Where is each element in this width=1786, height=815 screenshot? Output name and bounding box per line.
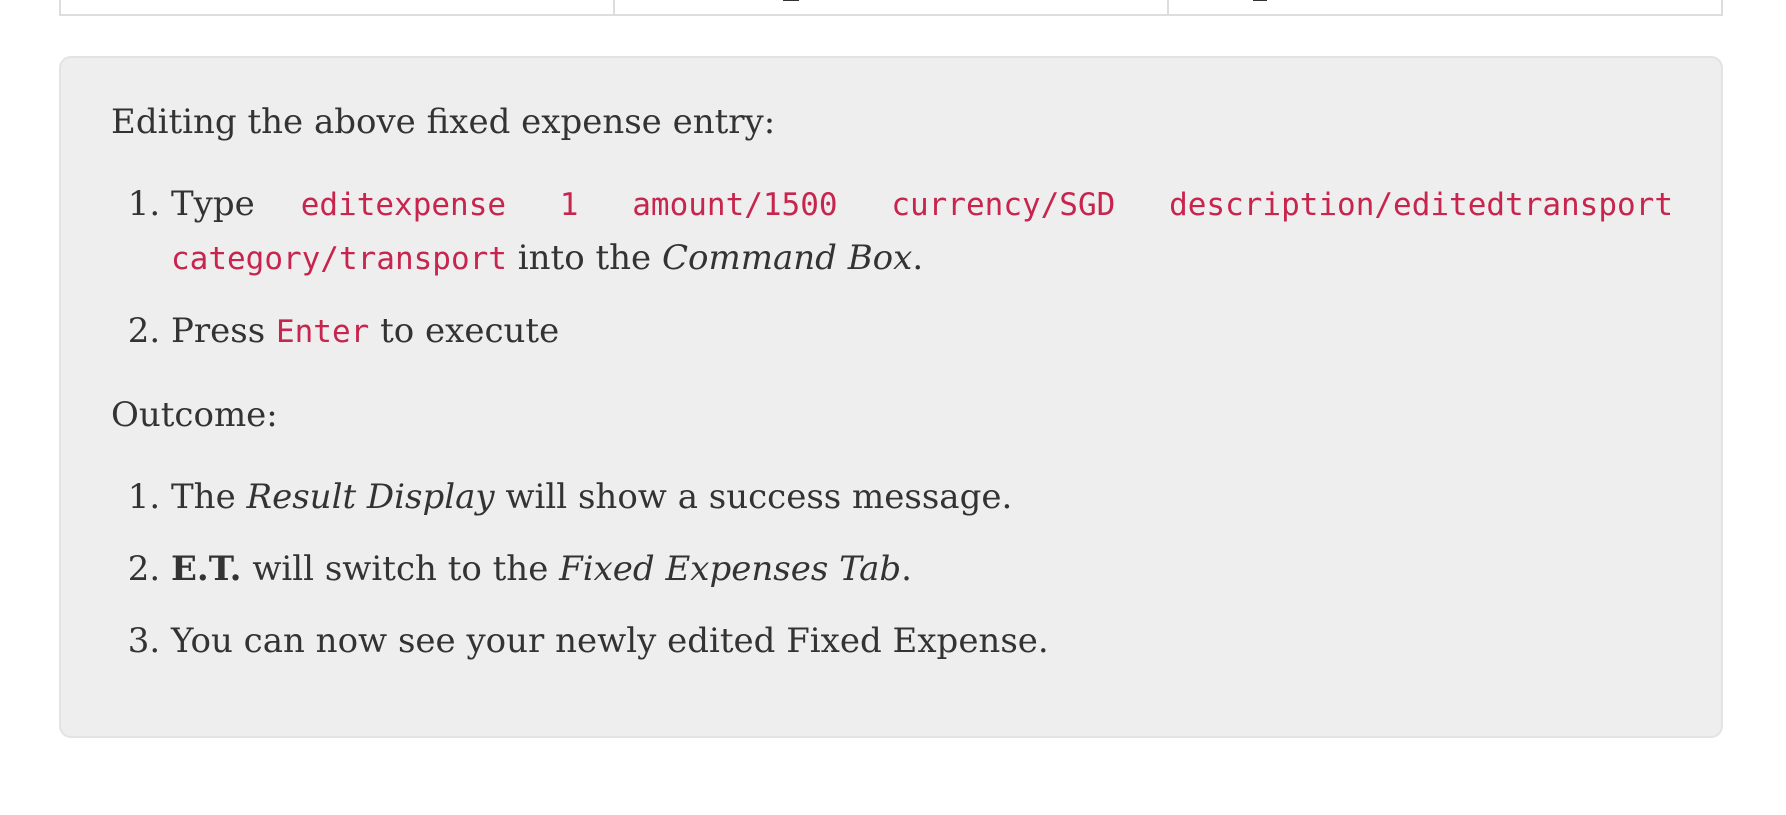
outcome-item: You can now see your newly edited Fixed … xyxy=(171,615,1673,668)
table-cell xyxy=(61,0,615,14)
outcome-item: The Result Display will show a success m… xyxy=(171,471,1673,524)
table-cell xyxy=(615,0,1169,14)
result-display-ref: Result Display xyxy=(246,477,495,517)
app-name: E.T. xyxy=(171,549,242,589)
steps-list: Type editexpense 1 amount/1500 currency/… xyxy=(111,178,1673,359)
step-item: Type editexpense 1 amount/1500 currency/… xyxy=(171,178,1673,286)
outcome-label: Outcome: xyxy=(111,395,278,435)
outcome-suffix: will show a success message. xyxy=(505,477,1013,517)
intro-text: Editing the above fixed expense entry: xyxy=(111,102,776,142)
step-middle: into the xyxy=(517,238,652,278)
step-suffix: to execute xyxy=(380,311,560,351)
table-bottom-edge xyxy=(59,0,1723,16)
step-prefix: Press xyxy=(171,311,266,351)
outcome-suffix: . xyxy=(901,549,912,589)
step-suffix: . xyxy=(912,238,924,278)
outcome-item: E.T. will switch to the Fixed Expenses T… xyxy=(171,543,1673,596)
key-code: Enter xyxy=(275,314,370,350)
command-box-ref: Command Box xyxy=(661,238,913,278)
step-item: Press Enter to execute xyxy=(171,305,1673,359)
outcomes-list: The Result Display will show a success m… xyxy=(111,471,1673,668)
step-prefix: Type xyxy=(171,184,255,224)
fixed-expenses-tab-ref: Fixed Expenses Tab xyxy=(559,549,902,589)
outcome-prefix: The xyxy=(171,477,236,517)
instruction-box: Editing the above fixed expense entry: T… xyxy=(59,56,1723,738)
outcome-text: You can now see your newly edited Fixed … xyxy=(171,621,1049,661)
table-cell xyxy=(1169,0,1721,14)
outcome-middle: will switch to the xyxy=(252,549,549,589)
